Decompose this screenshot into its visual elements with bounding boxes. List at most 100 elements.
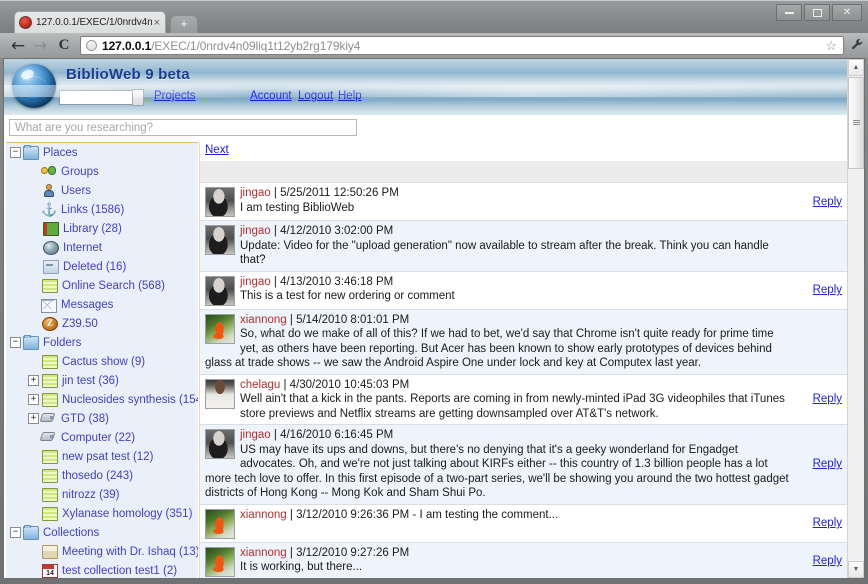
maximize-button[interactable] (804, 4, 830, 21)
message-row[interactable]: chelagu | 4/30/2010 10:45:03 PM Well ain'… (200, 374, 849, 425)
message-timestamp: | 3/12/2010 9:26:36 PM - I am testing th… (286, 508, 559, 521)
project-select[interactable] (59, 90, 141, 105)
next-page-link[interactable]: Next (205, 144, 229, 156)
message-timestamp: | 4/16/2010 6:16:45 PM (270, 429, 394, 441)
scroll-down-arrow-icon[interactable]: ▼ (848, 561, 864, 578)
sidebar-item-users[interactable]: Users (6, 181, 198, 200)
message-row[interactable]: xiannong | 5/14/2010 8:01:01 PM So, what … (200, 309, 849, 375)
browser-tab[interactable]: 127.0.0.1/EXEC/1/0nrdv4n0 × (14, 11, 166, 33)
search-strip: What are you researching? (4, 115, 849, 141)
reply-link[interactable]: Reply (813, 458, 842, 470)
reply-link[interactable]: Reply (813, 555, 842, 567)
back-icon[interactable]: ← (9, 36, 27, 56)
message-author[interactable]: jingao (240, 276, 271, 288)
reply-link[interactable]: Reply (813, 196, 842, 208)
sidebar-item-messages[interactable]: Messages (6, 295, 198, 314)
sidebar-item-library-28[interactable]: Library (28) (6, 219, 198, 238)
reply-link[interactable]: Reply (813, 284, 842, 296)
forward-icon[interactable]: → (31, 36, 49, 56)
sidebar-item-label: Online Search (568) (62, 279, 165, 292)
message-text: So, what do we make of all of this? If w… (205, 328, 774, 369)
message-author[interactable]: xiannong (240, 509, 287, 521)
avatar (205, 546, 235, 577)
sidebar-item-internet[interactable]: Internet (6, 238, 198, 257)
message-row[interactable]: xiannong | 3/12/2010 9:27:26 PM It is wor… (200, 542, 849, 578)
message-text: It is working, but there... (240, 561, 363, 573)
message-row[interactable]: jingao | 4/16/2010 6:16:45 PM US may have… (200, 425, 849, 505)
title-bar: 127.0.0.1/EXEC/1/0nrdv4n0 × + ✕ (0, 0, 868, 33)
sidebar-item-new-psat-test-12[interactable]: new psat test (12) (6, 447, 198, 466)
sidebar-item-z39-50[interactable]: Z Z39.50 (6, 314, 198, 333)
scrollbar-thumb[interactable] (848, 77, 864, 169)
sidebar-item-thosedo-243[interactable]: thosedo (243) (6, 466, 198, 485)
search-input[interactable]: What are you researching? (9, 119, 357, 136)
bookmark-star-icon[interactable]: ☆ (825, 39, 837, 52)
sidebar-item-test-collection-test1-2[interactable]: 14 test collection test1 (2) (6, 561, 198, 578)
message-row[interactable]: xiannong | 3/12/2010 9:26:36 PM - I am t… (200, 504, 849, 543)
logout-link[interactable]: Logout (298, 90, 333, 102)
sidebar-group-collections[interactable]: − Collections (6, 523, 198, 542)
list-icon (42, 374, 58, 388)
account-link[interactable]: Account (250, 90, 292, 102)
expander-toggle-icon[interactable]: + (28, 394, 39, 405)
message-author[interactable]: jingao (240, 429, 271, 441)
sidebar-item-online-search-568[interactable]: Online Search (568) (6, 276, 198, 295)
address-bar[interactable]: 127.0.0.1/EXEC/1/0nrdv4n09liq1t12yb2rg17… (80, 36, 844, 55)
help-link[interactable]: Help (338, 90, 362, 102)
sidebar-item-deleted-16[interactable]: Deleted (16) (6, 257, 198, 276)
sidebar-item-xylanase-homology-351[interactable]: Xylanase homology (351) (6, 504, 198, 523)
avatar (205, 225, 235, 255)
site-title: BiblioWeb 9 beta (66, 66, 190, 83)
message-author[interactable]: chelagu (240, 379, 280, 391)
message-timestamp: | 4/13/2010 3:46:18 PM (270, 275, 394, 288)
page-scrollbar[interactable]: ▲ ▼ (847, 59, 864, 578)
anchor-icon: ⚓ (41, 201, 58, 217)
message-author[interactable]: xiannong (240, 547, 287, 559)
url-text: 127.0.0.1/EXEC/1/0nrdv4n09liq1t12yb2rg17… (102, 39, 360, 53)
expander-toggle-icon[interactable]: − (10, 527, 21, 538)
message-row[interactable]: jingao | 5/25/2011 12:50:26 PM I am testi… (200, 183, 849, 221)
sidebar-item-label: Messages (61, 298, 114, 311)
sidebar-item-label: Meeting with Dr. Ishaq (13) (62, 545, 198, 558)
sidebar-group-folders[interactable]: − Folders (6, 333, 198, 352)
sidebar-item-label: Groups (61, 165, 99, 178)
message-body: xiannong | 3/12/2010 9:26:36 PM - I am t… (205, 508, 790, 523)
scroll-up-arrow-icon[interactable]: ▲ (848, 59, 864, 76)
message-row[interactable]: jingao | 4/12/2010 3:02:00 PM Update: Vid… (200, 221, 849, 272)
projects-link[interactable]: Projects (154, 90, 196, 102)
message-author[interactable]: xiannong (240, 314, 287, 326)
reload-icon[interactable]: C (55, 37, 73, 54)
sidebar-item-meeting-with-dr-ishaq-13[interactable]: Meeting with Dr. Ishaq (13) (6, 542, 198, 561)
sidebar-tree[interactable]: − Places Groups Users ⚓ Links (1586) Library (… (6, 142, 198, 578)
sidebar-item-computer-22[interactable]: Computer (22) (6, 428, 198, 447)
new-tab-button[interactable]: + (170, 15, 198, 33)
expander-toggle-icon[interactable]: − (10, 147, 21, 158)
close-window-button[interactable]: ✕ (832, 4, 862, 21)
wrench-menu-icon[interactable] (846, 38, 868, 54)
sidebar-item-groups[interactable]: Groups (6, 162, 198, 181)
message-timestamp: | 4/12/2010 3:02:00 PM (270, 225, 394, 237)
expander-toggle-icon[interactable]: − (10, 337, 21, 348)
browser-window: 127.0.0.1/EXEC/1/0nrdv4n0 × + ✕ ← → C 12… (0, 0, 868, 584)
folder-icon (23, 335, 39, 350)
sidebar-item-links-1586[interactable]: ⚓ Links (1586) (6, 200, 198, 219)
main-content: Next jingao | 5/25/2011 12:50:26 PM I am … (199, 142, 849, 578)
sidebar-group-places[interactable]: − Places (6, 143, 198, 162)
close-tab-icon[interactable]: × (154, 17, 161, 29)
minimize-button[interactable] (776, 4, 802, 21)
expander-toggle-icon[interactable]: + (28, 413, 39, 424)
project-select-button[interactable] (132, 89, 144, 106)
message-row[interactable]: jingao | 4/13/2010 3:46:18 PM This is a t… (200, 271, 849, 310)
message-author[interactable]: jingao (240, 187, 271, 199)
reply-link[interactable]: Reply (813, 517, 842, 529)
sidebar-item-jin-test-36[interactable]: + jin test (36) (6, 371, 198, 390)
reply-link[interactable]: Reply (813, 393, 842, 405)
message-author[interactable]: jingao (240, 225, 271, 237)
sidebar-item-label: Library (28) (63, 222, 122, 235)
sidebar-item-nitrozz-39[interactable]: nitrozz (39) (6, 485, 198, 504)
sidebar-item-label: Deleted (16) (63, 260, 127, 273)
sidebar-item-nucleosides-synthesis-154[interactable]: + Nucleosides synthesis (154) (6, 390, 198, 409)
sidebar-item-cactus-show-9[interactable]: Cactus show (9) (6, 352, 198, 371)
sidebar-item-gtd-38[interactable]: + GTD (38) (6, 409, 198, 428)
expander-toggle-icon[interactable]: + (28, 375, 39, 386)
